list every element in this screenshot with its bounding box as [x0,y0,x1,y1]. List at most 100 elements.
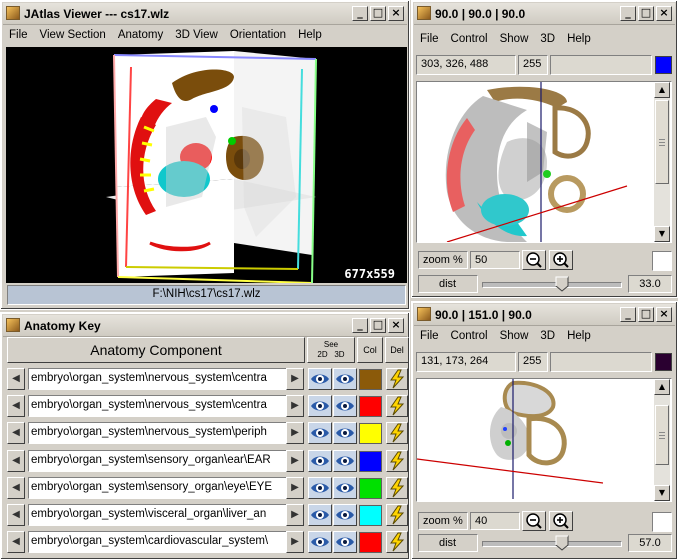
eye-icon-3d[interactable] [333,422,357,445]
color-swatch[interactable] [359,505,382,526]
menu-3d[interactable]: 3D [534,328,561,348]
lightning-icon[interactable] [386,476,408,499]
eye-icon-3d[interactable] [333,449,357,472]
eye-icon-3d[interactable] [333,395,357,418]
maximize-icon[interactable]: □ [370,318,386,333]
right-arrow-icon[interactable]: ▶ [286,504,304,526]
menu-anatomy[interactable]: Anatomy [112,27,169,47]
section2-titlebar[interactable]: 90.0 | 151.0 | 90.0 _ □ × [414,304,675,326]
menu-file[interactable]: File [3,27,34,47]
right-arrow-icon[interactable]: ▶ [286,395,304,418]
scroll-thumb[interactable] [655,405,669,465]
menu-orientation[interactable]: Orientation [224,27,292,47]
left-arrow-icon[interactable]: ◀ [7,368,25,390]
left-arrow-icon[interactable]: ◀ [7,531,25,554]
section2-zoom-value[interactable]: 40 [470,512,520,530]
3d-canvas[interactable]: 677x559 [6,47,407,283]
anatomy-path[interactable]: embryo\organ_system\nervous_system\centr… [28,395,290,418]
section1-vscroll[interactable]: ▲ ▼ [654,82,670,242]
section2-vscroll[interactable]: ▲ ▼ [654,379,670,501]
minimize-icon[interactable]: _ [620,6,636,21]
right-arrow-icon[interactable]: ▶ [286,449,304,472]
eye-icon-2d[interactable] [308,449,332,472]
close-icon[interactable]: × [656,307,672,322]
eye-icon-3d[interactable] [333,368,357,390]
lightning-icon[interactable] [386,395,408,418]
close-icon[interactable]: × [388,6,404,21]
minimize-icon[interactable]: _ [352,318,368,333]
eye-icon-3d[interactable] [333,531,357,554]
eye-icon-3d[interactable] [333,504,357,526]
anatomy-titlebar[interactable]: Anatomy Key _ □ × [3,315,407,337]
menu-control[interactable]: Control [445,328,494,348]
right-arrow-icon[interactable]: ▶ [286,476,304,499]
minimize-icon[interactable]: _ [620,307,636,322]
eye-icon-2d[interactable] [308,368,332,390]
slider-thumb[interactable] [555,276,569,292]
maximize-icon[interactable]: □ [638,307,654,322]
close-icon[interactable]: × [656,6,672,21]
color-swatch[interactable] [359,477,382,499]
color-swatch[interactable] [359,423,382,445]
eye-icon-3d[interactable] [333,476,357,499]
menu-show[interactable]: Show [494,328,535,348]
anatomy-path[interactable]: embryo\organ_system\cardiovascular_syste… [28,531,290,554]
zoom-in-icon[interactable] [549,250,573,270]
left-arrow-icon[interactable]: ◀ [7,395,25,418]
scroll-down-icon[interactable]: ▼ [654,226,670,242]
section1-titlebar[interactable]: 90.0 | 90.0 | 90.0 _ □ × [414,3,675,25]
menu-help[interactable]: Help [561,31,597,51]
anatomy-path[interactable]: embryo\organ_system\visceral_organ\liver… [28,504,290,526]
menu-control[interactable]: Control [445,31,494,51]
lightning-icon[interactable] [386,504,408,526]
section2-dist-slider[interactable] [482,534,622,552]
section2-image-panel[interactable] [416,378,672,502]
anatomy-path[interactable]: embryo\organ_system\sensory_organ\eye\EY… [28,476,290,499]
eye-icon-2d[interactable] [308,395,332,418]
section1-dist-value[interactable]: 33.0 [628,275,672,293]
section1-dist-slider[interactable] [482,275,622,293]
color-swatch[interactable] [359,450,382,472]
menu-file[interactable]: File [414,328,445,348]
menu-3d[interactable]: 3D [534,31,561,51]
minimize-icon[interactable]: _ [352,6,368,21]
right-arrow-icon[interactable]: ▶ [286,368,304,390]
zoom-out-icon[interactable] [522,250,546,270]
scroll-down-icon[interactable]: ▼ [654,485,670,501]
left-arrow-icon[interactable]: ◀ [7,422,25,445]
menu-file[interactable]: File [414,31,445,51]
color-swatch[interactable] [359,369,382,390]
menu-show[interactable]: Show [494,31,535,51]
zoom-in-icon[interactable] [549,511,573,531]
eye-icon-2d[interactable] [308,531,332,554]
left-arrow-icon[interactable]: ◀ [7,504,25,526]
menu-help[interactable]: Help [292,27,328,47]
lightning-icon[interactable] [386,531,408,554]
anatomy-path[interactable]: embryo\organ_system\nervous_system\centr… [28,368,290,390]
menu-view-section[interactable]: View Section [34,27,112,47]
section1-image-panel[interactable] [416,81,672,243]
color-swatch[interactable] [359,532,382,554]
lightning-icon[interactable] [386,422,408,445]
menu-help[interactable]: Help [561,328,597,348]
viewer-titlebar[interactable]: JAtlas Viewer --- cs17.wlz _ □ × [3,3,407,25]
left-arrow-icon[interactable]: ◀ [7,476,25,499]
eye-icon-2d[interactable] [308,504,332,526]
lightning-icon[interactable] [386,368,408,390]
menu-3d-view[interactable]: 3D View [169,27,224,47]
scroll-up-icon[interactable]: ▲ [654,379,670,395]
left-arrow-icon[interactable]: ◀ [7,449,25,472]
section2-dist-value[interactable]: 57.0 [628,534,672,552]
maximize-icon[interactable]: □ [370,6,386,21]
maximize-icon[interactable]: □ [638,6,654,21]
lightning-icon[interactable] [386,449,408,472]
scroll-up-icon[interactable]: ▲ [654,82,670,98]
anatomy-path[interactable]: embryo\organ_system\sensory_organ\ear\EA… [28,449,290,472]
close-icon[interactable]: × [388,318,404,333]
zoom-out-icon[interactable] [522,511,546,531]
color-swatch[interactable] [359,396,382,418]
scroll-thumb[interactable] [655,100,669,184]
slider-thumb[interactable] [555,535,569,551]
right-arrow-icon[interactable]: ▶ [286,531,304,554]
eye-icon-2d[interactable] [308,422,332,445]
